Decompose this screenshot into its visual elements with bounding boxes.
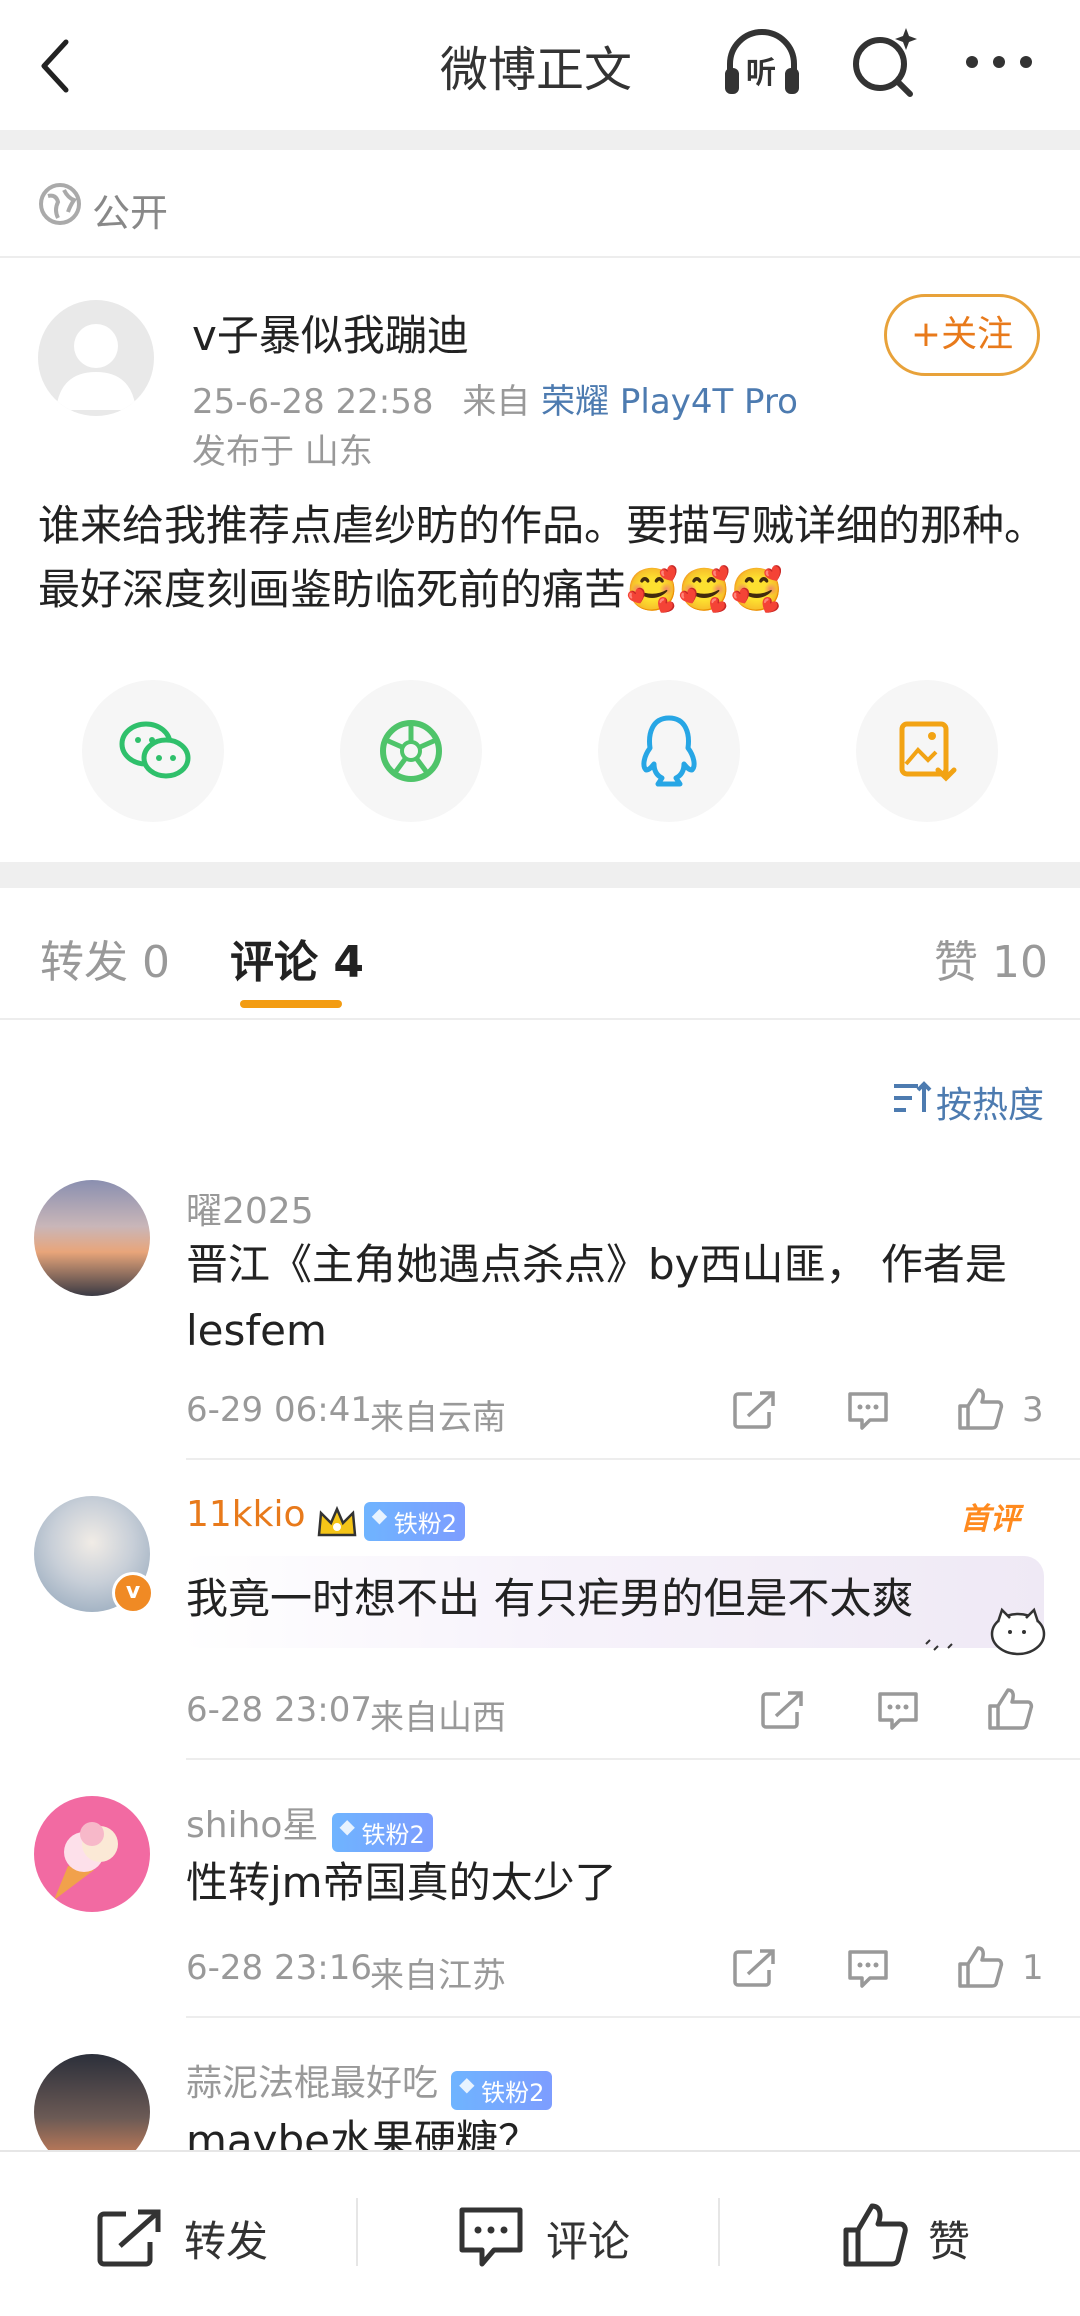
tab-like[interactable]: 赞 10	[934, 926, 1048, 990]
reply-icon[interactable]	[846, 1948, 890, 1990]
save-image-icon	[899, 721, 957, 782]
comment-author-line: shiho星 铁粉2	[186, 1796, 433, 1852]
qq-icon	[641, 715, 697, 787]
share-icon[interactable]	[732, 1948, 776, 1988]
back-arrow-icon[interactable]	[36, 36, 76, 96]
tab-indicator	[240, 1000, 342, 1008]
comment-time: 6-28 23:07	[186, 1690, 372, 1730]
author-avatar[interactable]	[38, 300, 154, 416]
comment-avatar[interactable]	[34, 1796, 150, 1912]
bottom-bar: 转发 评论 赞	[0, 2150, 1080, 2316]
moments-icon	[380, 720, 442, 782]
comment-time: 6-28 23:16	[186, 1948, 372, 1988]
like-icon[interactable]	[956, 1944, 1004, 1990]
comment-text: 晋江《主角她遇点杀点》by西山匪， 作者是lesfem	[186, 1240, 1007, 1355]
first-comment-tag: 首评	[960, 1502, 1020, 1537]
search-sparkle-icon[interactable]	[848, 24, 918, 100]
comment-author[interactable]: shiho星	[186, 1805, 318, 1846]
comment-label: 评论	[546, 2217, 631, 2266]
share-icon[interactable]	[732, 1390, 776, 1430]
like-icon[interactable]	[986, 1686, 1034, 1732]
page-title: 微博正文	[440, 42, 633, 98]
post-time: 25-6-28 22:58	[192, 382, 434, 422]
comment-time: 6-29 06:41	[186, 1390, 372, 1430]
divider	[0, 1018, 1080, 1020]
listen-label: 听	[746, 56, 776, 91]
reply-icon[interactable]	[876, 1690, 920, 1732]
comment-author[interactable]: 蒜泥法棍最好吃	[186, 2063, 438, 2104]
divider	[718, 2198, 720, 2266]
tab-repost[interactable]: 转发 0	[40, 926, 170, 990]
like-button[interactable]: 赞	[842, 2202, 1022, 2272]
divider	[0, 862, 1080, 888]
comment-author[interactable]: 11kkio	[186, 1494, 306, 1535]
fan-badge: 铁粉2	[331, 1813, 433, 1852]
sort-icon[interactable]	[892, 1080, 932, 1116]
tab-comment[interactable]: 评论 4	[230, 926, 364, 990]
wechat-icon	[119, 721, 191, 779]
divider	[0, 256, 1080, 258]
divider	[356, 2198, 358, 2266]
reply-icon[interactable]	[846, 1390, 890, 1432]
like-count: 1	[1022, 1948, 1044, 1988]
listen-headphones-icon[interactable]: 听	[722, 26, 802, 98]
post-meta: 25-6-28 22:58 来自 荣耀 Play4T Pro	[192, 374, 798, 423]
post-device[interactable]: 荣耀 Play4T Pro	[541, 382, 798, 422]
repost-label: 转发	[184, 2217, 269, 2266]
divider	[186, 1758, 1080, 1760]
author-name[interactable]: v子暴似我蹦迪	[192, 302, 469, 363]
cat-sticker-icon	[920, 1600, 1060, 1664]
like-label: 赞	[928, 2217, 971, 2266]
repost-icon	[97, 2209, 161, 2267]
comment-avatar[interactable]	[34, 1180, 150, 1296]
crown-icon	[315, 1505, 359, 1539]
more-dots-icon[interactable]	[964, 54, 1034, 70]
divider	[186, 2016, 1080, 2018]
share-qq-button[interactable]	[598, 680, 740, 822]
share-wechat-button[interactable]	[82, 680, 224, 822]
divider	[186, 1458, 1080, 1460]
verified-badge: v	[112, 1572, 154, 1614]
comment-author[interactable]: 曜2025	[186, 1182, 314, 1234]
follow-button[interactable]: +关注	[884, 294, 1040, 376]
comment-icon	[459, 2207, 523, 2267]
comment-author-line: 蒜泥法棍最好吃 铁粉2	[186, 2054, 553, 2110]
fan-badge: 铁粉2	[363, 1502, 465, 1541]
comment-region: 来自江苏	[370, 1956, 506, 1996]
like-count: 3	[1022, 1390, 1044, 1430]
comment-author-line: 11kkio 铁粉2	[186, 1494, 465, 1541]
share-icon[interactable]	[760, 1690, 804, 1730]
repost-button[interactable]: 转发	[96, 2202, 316, 2272]
divider	[0, 130, 1080, 150]
fan-badge: 铁粉2	[451, 2071, 553, 2110]
share-moments-button[interactable]	[340, 680, 482, 822]
visibility-label: 公开	[92, 191, 169, 235]
comment-region: 来自山西	[370, 1698, 506, 1738]
like-icon	[843, 2203, 908, 2267]
globe-icon	[38, 182, 82, 226]
sort-label[interactable]: 按热度	[936, 1076, 1044, 1128]
post-from: 来自	[462, 382, 531, 422]
comment-text: 性转jm帝国真的太少了	[186, 1858, 617, 1907]
follow-label: +关注	[910, 314, 1014, 355]
comment-button[interactable]: 评论	[458, 2202, 678, 2272]
post-location: 发布于 山东	[192, 432, 373, 472]
like-icon[interactable]	[956, 1386, 1004, 1432]
post-text: 谁来给我推荐点虐纱眆的作品。要描写贼详细的那种。最好深度刻画鉴眆临死前的痛苦🥰🥰…	[38, 501, 1047, 614]
comment-text: 我竟一时想不出 有只疟男的但是不太爽	[186, 1574, 914, 1623]
top-bar: 微博正文 听	[0, 0, 1080, 130]
comment-region: 来自云南	[370, 1398, 506, 1438]
save-image-button[interactable]	[856, 680, 998, 822]
